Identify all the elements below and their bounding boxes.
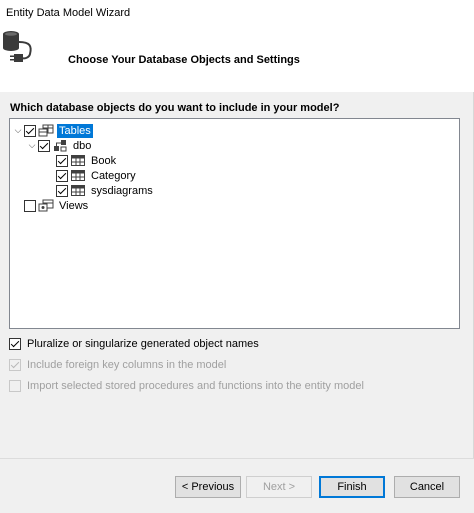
database-objects-tree[interactable]: ⌵ Tables ⌵ dbo Book Category sysdiagrams… — [9, 118, 460, 329]
tree-node-dbo[interactable]: ⌵ dbo — [26, 138, 93, 153]
tree-node-tables[interactable]: ⌵ Tables — [12, 123, 93, 138]
tree-node-sysdiagrams[interactable]: sysdiagrams — [56, 183, 155, 198]
cancel-button[interactable]: Cancel — [394, 476, 460, 498]
table-icon — [71, 155, 85, 166]
window-title: Entity Data Model Wizard — [6, 7, 131, 19]
collapse-chevron-icon[interactable]: ⌵ — [26, 138, 38, 153]
views-checkbox[interactable] — [24, 199, 36, 212]
sysdiagrams-checkbox[interactable] — [56, 184, 68, 197]
title-bar: Entity Data Model Wizard — [0, 0, 474, 28]
views-label[interactable]: Views — [57, 199, 90, 213]
wizard-window: Entity Data Model Wizard Choose Your Dat… — [0, 0, 474, 513]
foreign-keys-checkbox — [9, 359, 21, 371]
tree-node-views[interactable]: Views — [24, 198, 90, 213]
tree-node-book[interactable]: Book — [56, 153, 118, 168]
foreign-keys-label: Include foreign key columns in the model — [27, 359, 227, 371]
table-icon — [71, 185, 85, 196]
database-plug-icon — [3, 31, 32, 62]
next-button: Next > — [246, 476, 312, 498]
book-label[interactable]: Book — [89, 154, 118, 168]
sysdiagrams-label[interactable]: sysdiagrams — [89, 184, 155, 198]
page-title: Choose Your Database Objects and Setting… — [68, 54, 300, 66]
category-checkbox[interactable] — [56, 169, 68, 182]
pluralize-checkbox[interactable] — [9, 338, 21, 350]
category-label[interactable]: Category — [89, 169, 138, 183]
collapse-chevron-icon[interactable]: ⌵ — [12, 123, 24, 138]
tables-label[interactable]: Tables — [57, 123, 93, 138]
objects-question: Which database objects do you want to in… — [10, 102, 340, 114]
previous-button[interactable]: < Previous — [175, 476, 241, 498]
stored-procs-checkbox — [9, 380, 21, 392]
pluralize-label[interactable]: Pluralize or singularize generated objec… — [27, 338, 259, 350]
dbo-checkbox[interactable] — [38, 139, 50, 152]
table-icon — [71, 170, 85, 181]
wizard-header: Choose Your Database Objects and Setting… — [0, 28, 474, 92]
views-folder-icon — [38, 199, 54, 212]
dbo-label[interactable]: dbo — [71, 139, 93, 153]
stored-procs-option: Import selected stored procedures and fu… — [9, 380, 364, 392]
tables-checkbox[interactable] — [24, 124, 36, 137]
tables-folder-icon — [38, 124, 54, 137]
pluralize-option[interactable]: Pluralize or singularize generated objec… — [9, 338, 259, 350]
schema-icon — [54, 140, 67, 152]
stored-procs-label: Import selected stored procedures and fu… — [27, 380, 364, 392]
foreign-keys-option: Include foreign key columns in the model — [9, 359, 226, 371]
book-checkbox[interactable] — [56, 154, 68, 167]
tree-node-category[interactable]: Category — [56, 168, 138, 183]
finish-button[interactable]: Finish — [319, 476, 385, 498]
